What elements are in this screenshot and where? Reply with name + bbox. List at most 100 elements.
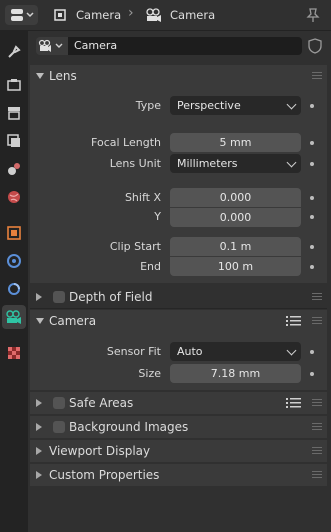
keyframe-dot-icon[interactable]	[310, 350, 314, 354]
camera-data-icon	[6, 310, 21, 324]
datablock-selector: Camera	[30, 34, 327, 58]
data-name-label[interactable]: Camera	[170, 8, 215, 22]
tab-modifiers[interactable]	[2, 249, 26, 273]
custom-properties-title: Custom Properties	[49, 468, 160, 482]
editor-type-icon	[11, 9, 34, 21]
sensor-size-field[interactable]: 7.18 mm	[170, 364, 301, 383]
clip-end-label: End	[140, 260, 161, 273]
world-icon	[8, 191, 20, 203]
clip-start-label: Clip Start	[109, 240, 161, 253]
keyframe-dot-icon[interactable]	[310, 245, 314, 249]
pin-icon[interactable]	[305, 7, 321, 23]
collapse-arrow-icon	[36, 318, 44, 324]
depth-of-field-title: Depth of Field	[69, 290, 153, 304]
keyframe-dot-icon[interactable]	[310, 196, 314, 200]
lens-panel-header[interactable]: Lens	[30, 65, 327, 87]
lens-unit-dropdown[interactable]: Millimeters	[170, 154, 301, 173]
tool-icon	[8, 45, 21, 58]
divider	[30, 308, 327, 309]
shift-x-field[interactable]: 0.000	[170, 188, 301, 207]
viewport-display-panel-header[interactable]: Viewport Display	[30, 440, 327, 462]
render-icon	[7, 79, 21, 91]
keyframe-dot-icon[interactable]	[310, 265, 314, 269]
drag-grip-icon[interactable]	[312, 72, 322, 80]
object-name-label[interactable]: Camera	[76, 8, 121, 22]
physics-icon	[8, 283, 20, 295]
custom-properties-panel-header[interactable]: Custom Properties	[30, 464, 327, 486]
fake-user-shield-icon[interactable]	[306, 37, 324, 55]
drag-grip-icon[interactable]	[312, 399, 322, 407]
keyframe-dot-icon[interactable]	[310, 104, 314, 108]
shift-y-label: Y	[154, 210, 161, 223]
breadcrumb-separator-icon: ›	[128, 5, 134, 21]
expand-arrow-icon	[36, 447, 42, 455]
drag-grip-icon[interactable]	[312, 293, 322, 301]
object-icon	[54, 9, 66, 21]
depth-of-field-checkbox[interactable]	[53, 291, 65, 303]
keyframe-dot-icon[interactable]	[310, 372, 314, 376]
type-label: Type	[135, 99, 161, 112]
drag-grip-icon[interactable]	[312, 317, 322, 325]
tab-world[interactable]	[2, 185, 26, 209]
tab-object[interactable]	[2, 221, 26, 245]
camera-data-icon	[38, 39, 63, 52]
output-icon	[8, 107, 20, 120]
view-layer-icon	[7, 134, 20, 147]
expand-arrow-icon	[36, 293, 42, 301]
collapse-arrow-icon	[36, 73, 44, 79]
chevron-down-icon	[286, 345, 297, 356]
keyframe-dot-icon[interactable]	[310, 141, 314, 145]
chevron-down-icon	[286, 157, 297, 168]
sensor-fit-dropdown[interactable]: Auto	[170, 342, 301, 361]
drag-grip-icon[interactable]	[312, 423, 322, 431]
tab-view-layer[interactable]	[2, 129, 26, 153]
depth-of-field-panel-header[interactable]: Depth of Field	[30, 286, 327, 308]
shift-x-label: Shift X	[124, 191, 161, 204]
camera-panel-title: Camera	[49, 314, 97, 328]
browse-camera-button[interactable]	[36, 37, 68, 55]
tab-render[interactable]	[2, 73, 26, 97]
presets-list-icon[interactable]	[286, 397, 301, 409]
shift-y-field[interactable]: 0.000	[170, 208, 301, 227]
clip-start-field[interactable]: 0.1 m	[170, 237, 301, 256]
background-images-title: Background Images	[69, 420, 189, 434]
lens-unit-label: Lens Unit	[109, 157, 161, 170]
sensor-fit-value: Auto	[177, 345, 203, 358]
presets-list-icon[interactable]	[286, 315, 301, 327]
texture-icon	[8, 347, 20, 359]
expand-arrow-icon	[36, 471, 42, 479]
camera-name-value: Camera	[74, 39, 118, 52]
safe-areas-checkbox[interactable]	[53, 397, 65, 409]
background-images-panel-header[interactable]: Background Images	[30, 416, 327, 438]
properties-header: Camera › Camera	[0, 0, 331, 31]
keyframe-dot-icon[interactable]	[310, 162, 314, 166]
editor-type-button[interactable]	[5, 5, 38, 25]
camera-data-icon	[146, 8, 161, 22]
properties-tab-bar	[0, 31, 28, 532]
background-images-checkbox[interactable]	[53, 421, 65, 433]
tab-output[interactable]	[2, 101, 26, 125]
clip-end-field[interactable]: 100 m	[170, 257, 301, 276]
focal-length-label: Focal Length	[91, 136, 161, 149]
tab-texture[interactable]	[2, 341, 26, 365]
tab-object-data[interactable]	[2, 305, 26, 329]
tab-physics[interactable]	[2, 277, 26, 301]
focal-length-field[interactable]: 5 mm	[170, 133, 301, 152]
tab-tool[interactable]	[2, 40, 26, 64]
tab-scene[interactable]	[2, 157, 26, 181]
lens-unit-value: Millimeters	[177, 157, 238, 170]
camera-panel-header[interactable]: Camera	[30, 310, 327, 332]
sensor-fit-label: Sensor Fit	[106, 345, 161, 358]
object-icon	[7, 226, 21, 240]
safe-areas-panel-header[interactable]: Safe Areas	[30, 392, 327, 414]
modifiers-icon	[7, 254, 21, 268]
chevron-down-icon	[286, 99, 297, 110]
sensor-size-label: Size	[138, 367, 161, 380]
camera-name-field[interactable]: Camera	[68, 37, 302, 55]
drag-grip-icon[interactable]	[312, 471, 322, 479]
type-dropdown[interactable]: Perspective	[170, 96, 301, 115]
keyframe-dot-icon[interactable]	[310, 215, 314, 219]
drag-grip-icon[interactable]	[312, 447, 322, 455]
expand-arrow-icon	[36, 399, 42, 407]
safe-areas-title: Safe Areas	[69, 396, 134, 410]
